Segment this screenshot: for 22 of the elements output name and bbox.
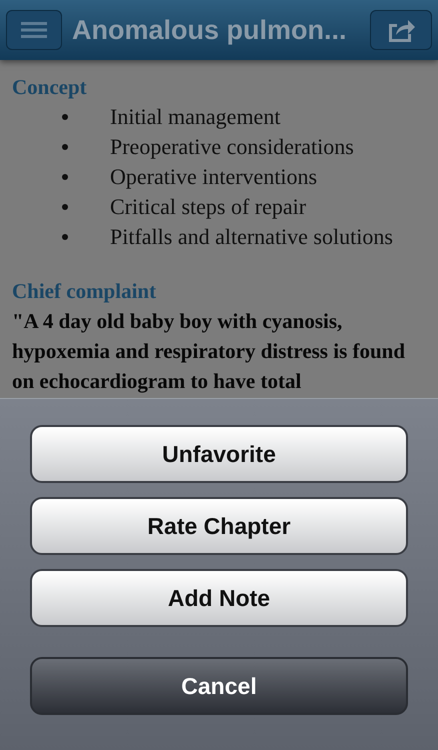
bullet-text: Critical steps of repair xyxy=(110,193,306,221)
bullet-icon xyxy=(62,234,68,240)
bullet-text: Operative interventions xyxy=(110,163,318,191)
menu-icon xyxy=(21,21,47,39)
bullet-icon xyxy=(62,114,68,120)
share-button[interactable] xyxy=(370,10,432,50)
share-icon xyxy=(386,18,416,42)
quote-text: "A 4 day old baby boy with cyanosis, hypoxemia and respiratory distress is found on echocardiogram to have total xyxy=(12,308,406,395)
bullet-icon xyxy=(62,174,68,180)
bullet-icon xyxy=(62,204,68,210)
window-title: Anomalous pulmon... xyxy=(72,14,348,47)
menu-button[interactable] xyxy=(6,10,62,50)
action-button[interactable]: Add Note xyxy=(30,569,408,627)
action-button[interactable]: Rate Chapter xyxy=(30,497,408,555)
action-button[interactable]: Unfavorite xyxy=(30,425,408,483)
cancel-button[interactable]: Cancel xyxy=(30,657,408,715)
bullet-text: Initial management xyxy=(110,103,280,131)
bullet-icon xyxy=(62,144,68,150)
section-heading: Chief complaint xyxy=(12,278,158,305)
bullet-text: Preoperative considerations xyxy=(110,133,354,161)
bullet-text: Pitfalls and alternative solutions xyxy=(110,223,393,251)
section-heading: Concept xyxy=(12,74,88,101)
